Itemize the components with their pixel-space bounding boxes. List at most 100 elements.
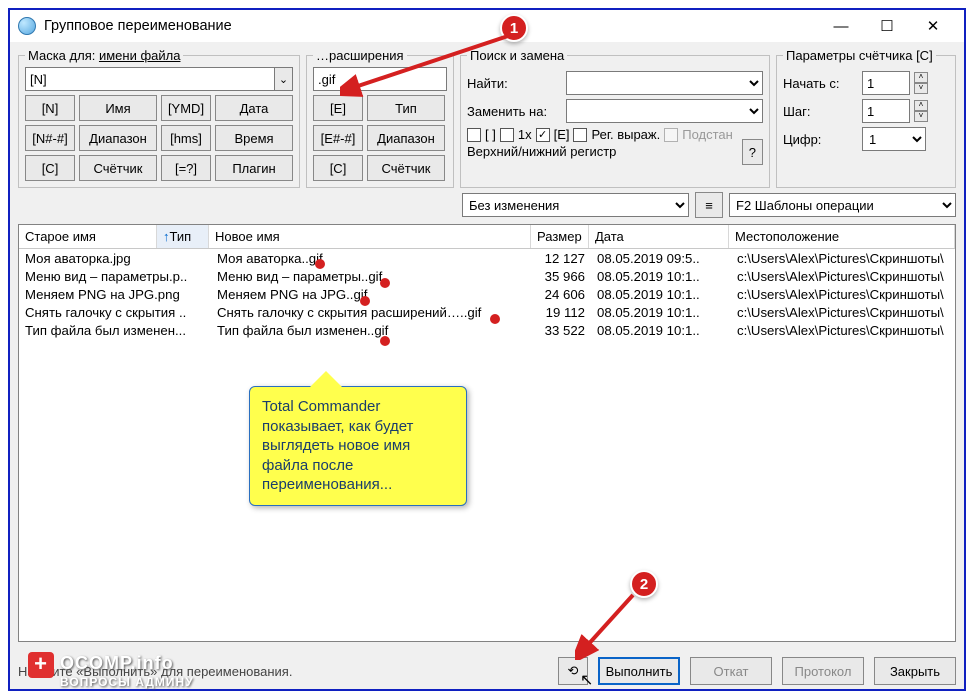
cell-loc: c:\Users\Alex\Pictures\Скриншоты\	[731, 269, 955, 284]
ext-mask-legend: …расширения	[313, 48, 407, 63]
replace-input[interactable]	[566, 99, 763, 123]
btn-ext-c-label[interactable]: Счётчик	[367, 155, 445, 181]
btn-c-label[interactable]: Счётчик	[79, 155, 157, 181]
start-label: Начать с:	[783, 76, 858, 91]
start-down[interactable]: ˅	[914, 83, 928, 94]
ext-mask-group: …расширения [E] Тип [E#-#] Диапазон [C] …	[306, 48, 454, 188]
btn-n[interactable]: [N]	[25, 95, 75, 121]
btn-ymd-label[interactable]: Дата	[215, 95, 293, 121]
filename-mask-legend: Маска для: имени файла	[25, 48, 183, 63]
th-old[interactable]: Старое имя	[19, 225, 157, 248]
th-type[interactable]: ↑Тип	[157, 225, 209, 248]
cell-old: Тип файла был изменен...	[19, 323, 199, 338]
annotation-dot	[380, 336, 390, 346]
btn-plugin[interactable]: [=?]	[161, 155, 211, 181]
f2-templates[interactable]: F2 Шаблоны операции	[729, 193, 956, 217]
run-button[interactable]: Выполнить	[598, 657, 680, 685]
app-icon	[18, 17, 36, 35]
btn-ext-c[interactable]: [C]	[313, 155, 363, 181]
table-row[interactable]: Тип файла был изменен... Тип файла был из…	[19, 321, 955, 339]
btn-plugin-label[interactable]: Плагин	[215, 155, 293, 181]
chk-brackets[interactable]	[467, 128, 481, 142]
cell-size: 33 522	[533, 323, 591, 338]
btn-ymd[interactable]: [YMD]	[161, 95, 211, 121]
find-input[interactable]	[566, 71, 763, 95]
start-input[interactable]	[862, 71, 910, 95]
th-size[interactable]: Размер	[531, 225, 589, 248]
start-up[interactable]: ˄	[914, 72, 928, 83]
btn-e-label[interactable]: Тип	[367, 95, 445, 121]
case-select[interactable]: Без изменения	[462, 193, 689, 217]
cell-old: Меняем PNG на JPG.png	[19, 287, 199, 302]
btn-c[interactable]: [C]	[25, 155, 75, 181]
step-down[interactable]: ˅	[914, 111, 928, 122]
find-label: Найти:	[467, 76, 562, 91]
find-replace-legend: Поиск и замена	[467, 48, 567, 63]
rename-window: Групповое переименование — ☐ ✕ Маска для…	[8, 8, 966, 691]
btn-hms[interactable]: [hms]	[161, 125, 211, 151]
case-legend: Верхний/нижний регистр	[467, 144, 763, 159]
cell-loc: c:\Users\Alex\Pictures\Скриншоты\	[731, 305, 955, 320]
opt-btn-1[interactable]: ≡	[695, 192, 723, 218]
th-new[interactable]: Новое имя	[209, 225, 531, 248]
badge-1: 1	[500, 14, 528, 42]
btn-e-range-label[interactable]: Диапазон	[367, 125, 445, 151]
cell-old: Снять галочку с скрытия ..	[19, 305, 199, 320]
watermark: +OCOMP.info ВОПРОСЫ АДМИНУ	[28, 652, 194, 689]
chk-regex[interactable]	[573, 128, 587, 142]
cell-date: 08.05.2019 09:5..	[591, 251, 731, 266]
help-button[interactable]: ?	[742, 139, 763, 165]
chk-subst[interactable]	[664, 128, 678, 142]
annotation-dot	[380, 278, 390, 288]
digits-select[interactable]: 1	[862, 127, 926, 151]
minimize-button[interactable]: —	[818, 11, 864, 41]
chk-e[interactable]: ✓	[536, 128, 550, 142]
table-row[interactable]: Меню вид – параметры.p.. Меню вид – парам…	[19, 267, 955, 285]
btn-e[interactable]: [E]	[313, 95, 363, 121]
btn-e-range[interactable]: [E#-#]	[313, 125, 363, 151]
filename-mask-input[interactable]	[25, 67, 275, 91]
cell-date: 08.05.2019 10:1..	[591, 287, 731, 302]
cell-date: 08.05.2019 10:1..	[591, 305, 731, 320]
cell-size: 35 966	[533, 269, 591, 284]
cell-old: Моя аваторка.jpg	[19, 251, 199, 266]
annotation-dot	[360, 296, 370, 306]
cell-new: Меню вид – параметры..gif	[211, 269, 533, 284]
maximize-button[interactable]: ☐	[864, 11, 910, 41]
annotation-dot	[315, 259, 325, 269]
cell-new: Снять галочку с скрытия расширений…..gif	[211, 305, 533, 320]
table-body: Моя аваторка.jpgМоя аваторка..gif12 1270…	[19, 249, 955, 339]
cell-date: 08.05.2019 10:1..	[591, 269, 731, 284]
counter-group: Параметры счётчика [C] Начать с: ˄˅ Шаг:…	[776, 48, 956, 188]
callout: Total Commander показывает, как будет вы…	[249, 386, 467, 506]
th-date[interactable]: Дата	[589, 225, 729, 248]
cell-loc: c:\Users\Alex\Pictures\Скриншоты\	[731, 251, 955, 266]
filename-mask-group: Маска для: имени файла ⌄ [N] Имя [YMD] Д…	[18, 48, 300, 188]
close-button[interactable]: ✕	[910, 11, 956, 41]
filename-mask-dropdown[interactable]: ⌄	[275, 67, 293, 91]
cell-date: 08.05.2019 10:1..	[591, 323, 731, 338]
btn-n-range-label[interactable]: Диапазон	[79, 125, 157, 151]
btn-n-label[interactable]: Имя	[79, 95, 157, 121]
cell-loc: c:\Users\Alex\Pictures\Скриншоты\	[731, 287, 955, 302]
cursor-icon: ↖	[580, 670, 593, 690]
table-row[interactable]: Меняем PNG на JPG.pngМеняем PNG на JPG..…	[19, 285, 955, 303]
ext-mask-input[interactable]	[313, 67, 447, 91]
cell-new: Тип файла был изменен..gif	[211, 323, 533, 338]
replace-label: Заменить на:	[467, 104, 562, 119]
btn-hms-label[interactable]: Время	[215, 125, 293, 151]
btn-n-range[interactable]: [N#-#]	[25, 125, 75, 151]
cell-size: 24 606	[533, 287, 591, 302]
chk-1x[interactable]	[500, 128, 514, 142]
undo-button[interactable]: Откат	[690, 657, 772, 685]
step-up[interactable]: ˄	[914, 100, 928, 111]
close-dialog-button[interactable]: Закрыть	[874, 657, 956, 685]
table-row[interactable]: Моя аваторка.jpgМоя аваторка..gif12 1270…	[19, 249, 955, 267]
step-input[interactable]	[862, 99, 910, 123]
th-loc[interactable]: Местоположение	[729, 225, 955, 248]
table-row[interactable]: Снять галочку с скрытия .. Снять галочку …	[19, 303, 955, 321]
find-replace-group: Поиск и замена Найти: Заменить на: [ ] 1…	[460, 48, 770, 188]
log-button[interactable]: Протокол	[782, 657, 864, 685]
cell-loc: c:\Users\Alex\Pictures\Скриншоты\	[731, 323, 955, 338]
cell-old: Меню вид – параметры.p..	[19, 269, 199, 284]
